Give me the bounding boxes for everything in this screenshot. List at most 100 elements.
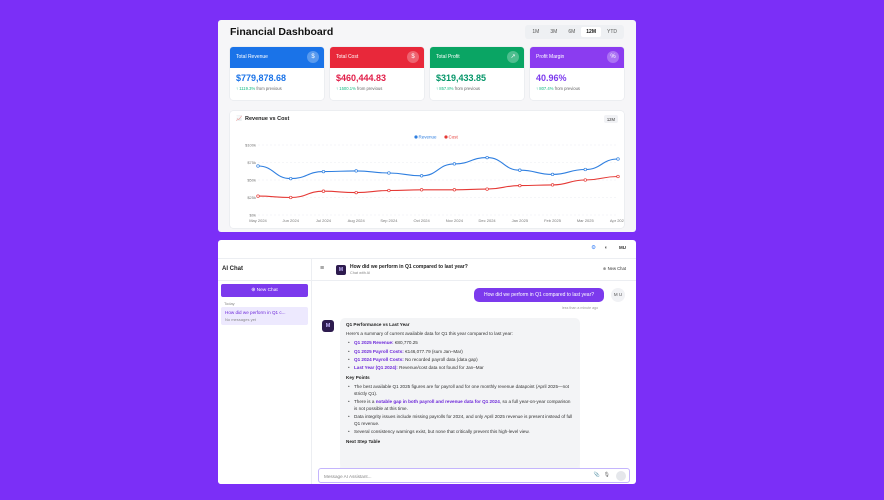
send-button[interactable] — [616, 471, 626, 481]
card-label: Total Cost — [336, 54, 359, 60]
card-label: Total Revenue — [236, 54, 268, 60]
range-tab-1m[interactable]: 1M — [527, 27, 544, 37]
card-label: Profit Margin — [536, 54, 565, 60]
legend-marker — [414, 135, 418, 139]
assistant-message: Q1 Performance vs Last Year Here's a sum… — [340, 318, 580, 468]
microphone-icon[interactable]: 🎙 — [604, 472, 610, 478]
conversation-title: How did we perform in Q1 c... — [225, 310, 286, 315]
card-change: ↑ 857.8% from previous — [430, 83, 524, 91]
data-point — [452, 188, 457, 192]
data-point — [387, 188, 391, 193]
series-line-cost — [257, 175, 619, 199]
change-percent: 1119.3% — [239, 86, 256, 91]
y-tick-label: $75k — [247, 160, 256, 165]
change-suffix: from previous — [356, 86, 383, 91]
list-item: There is a notable gap in both payroll a… — [348, 399, 574, 412]
card-header: Total Profit ↗ — [430, 47, 524, 68]
card-header: Total Cost $ — [330, 47, 424, 68]
new-chat-button[interactable]: ⊕ New Chat — [221, 284, 308, 297]
user-message: How did we perform in Q1 compared to las… — [474, 288, 604, 302]
message-composer: 📎 🎙 — [318, 468, 630, 483]
ai-chat-panel: ⚙ ◐ MU AI Chat ⊕ New Chat Today How did … — [218, 240, 636, 484]
card-label: Total Profit — [436, 54, 460, 60]
trend-up-icon: ↗ — [507, 51, 519, 63]
list-item: Q1 2025 Payroll Costs: €146,077.79 (sum … — [348, 349, 574, 356]
settings-icon[interactable]: ⚙ — [591, 245, 596, 251]
x-tick-label: Jul 2024 — [316, 218, 332, 223]
x-tick-label: Apr 2025 — [610, 218, 624, 223]
chat-subtitle: Chat with AI — [350, 271, 371, 275]
chat-sidebar: AI Chat ⊕ New Chat Today How did we perf… — [218, 259, 312, 484]
user-avatar[interactable]: MU — [619, 245, 626, 250]
point-highlight: notable gap in both payroll and revenue … — [375, 399, 500, 405]
y-tick-label: $0k — [250, 213, 256, 218]
data-point — [550, 183, 555, 187]
conversation-subtitle: No messages yet — [225, 317, 256, 322]
x-tick-label: May 2024 — [249, 218, 267, 223]
legend-label: Cost — [449, 135, 459, 140]
list-item: Several consistency warnings exist, but … — [348, 429, 574, 436]
theme-toggle-icon[interactable]: ◐ — [605, 245, 608, 251]
app-topbar: ⚙ ◐ MU — [218, 240, 636, 259]
data-point — [616, 157, 620, 161]
point-text: Several consistency warnings exist, but … — [354, 429, 530, 435]
line-chart: $0k $25k $50k $75k $100k May 2024 Jun 2024 Jul … — [245, 135, 624, 224]
x-tick-label: Jun 2024 — [282, 218, 299, 223]
data-point — [321, 169, 326, 174]
bullet-label: Q1 2025 Payroll Costs: — [354, 348, 404, 354]
list-item: Last Year (Q1 2024): Revenue/cost data n… — [348, 365, 574, 372]
x-tick-label: Feb 2025 — [544, 218, 562, 223]
revenue-cost-chart-card: 📈 Revenue vs Cost 12M $0k $25k $50k $75k $10… — [230, 111, 624, 228]
kpi-card-profit: Total Profit ↗ $319,433.85 ↑ 857.8% from… — [430, 47, 524, 100]
point-text: There is a — [354, 399, 376, 405]
change-percent: 1500.1% — [339, 86, 356, 91]
menu-icon[interactable]: ≡ — [320, 265, 324, 272]
message-input[interactable] — [324, 472, 574, 480]
response-intro: Here's a summary of current available da… — [346, 330, 513, 336]
bullet-text: No recorded payroll data (data gap) — [405, 356, 478, 362]
change-suffix: from previous — [554, 86, 581, 91]
card-header: Profit Margin % — [530, 47, 624, 68]
data-point — [354, 169, 358, 173]
card-change: ↑ 1500.1% from previous — [330, 83, 424, 91]
data-point — [256, 194, 260, 198]
bullet-label: Last Year (Q1 2024): — [354, 365, 398, 371]
range-tab-3m[interactable]: 3M — [545, 27, 562, 37]
range-tab-ytd[interactable]: YTD — [602, 27, 622, 37]
data-point — [387, 171, 391, 175]
change-percent: 857.8% — [439, 86, 454, 91]
kpi-card-margin: Profit Margin % 40.96% ↑ 807.4% from pre… — [530, 47, 624, 100]
chat-header: ≡ M How did we perform in Q1 compared to… — [312, 259, 636, 281]
x-tick-label: Mar 2025 — [577, 218, 595, 223]
data-point — [354, 190, 358, 195]
card-change: ↑ 807.4% from previous — [530, 83, 624, 91]
data-point — [256, 164, 260, 168]
y-tick-label: $50k — [247, 178, 256, 183]
range-tab-6m[interactable]: 6M — [563, 27, 580, 37]
x-tick-label: Sep 2024 — [380, 218, 398, 223]
header-new-chat-button[interactable]: ⊕ New Chat — [603, 266, 626, 271]
new-chat-label: New Chat — [256, 288, 278, 293]
data-point — [485, 187, 489, 191]
user-message-avatar: M U — [611, 288, 625, 302]
range-tab-12m[interactable]: 12M — [581, 27, 601, 37]
conversation-item[interactable]: How did we perform in Q1 c... No message… — [221, 307, 308, 325]
bullet-text: €80,770.25 — [394, 340, 418, 346]
key-points-heading: Key Points — [346, 374, 370, 380]
data-point — [583, 167, 587, 172]
message-timestamp: less than a minute ago — [562, 306, 599, 310]
dollar-icon: $ — [307, 51, 319, 63]
change-percent: 807.4% — [539, 86, 554, 91]
point-text: Data integrity issues include missing pa… — [354, 414, 573, 426]
bullet-text: €146,077.79 (sum Jan–Mar) — [405, 348, 463, 354]
x-tick-label: Nov 2024 — [446, 218, 464, 223]
point-text: The best available Q1 2025 figures are f… — [354, 384, 570, 397]
x-tick-label: Aug 2024 — [348, 218, 366, 223]
data-point — [289, 176, 293, 181]
list-item: Q1 2025 Revenue: €80,770.25 — [348, 340, 574, 347]
paperclip-icon[interactable]: 📎 — [594, 472, 600, 478]
dashboard-panel: Financial Dashboard 1M 3M 6M 12M YTD Tot… — [218, 20, 636, 232]
card-value: 40.96% — [536, 73, 567, 83]
legend-marker — [444, 135, 448, 139]
list-item: Data integrity issues include missing pa… — [348, 414, 574, 427]
